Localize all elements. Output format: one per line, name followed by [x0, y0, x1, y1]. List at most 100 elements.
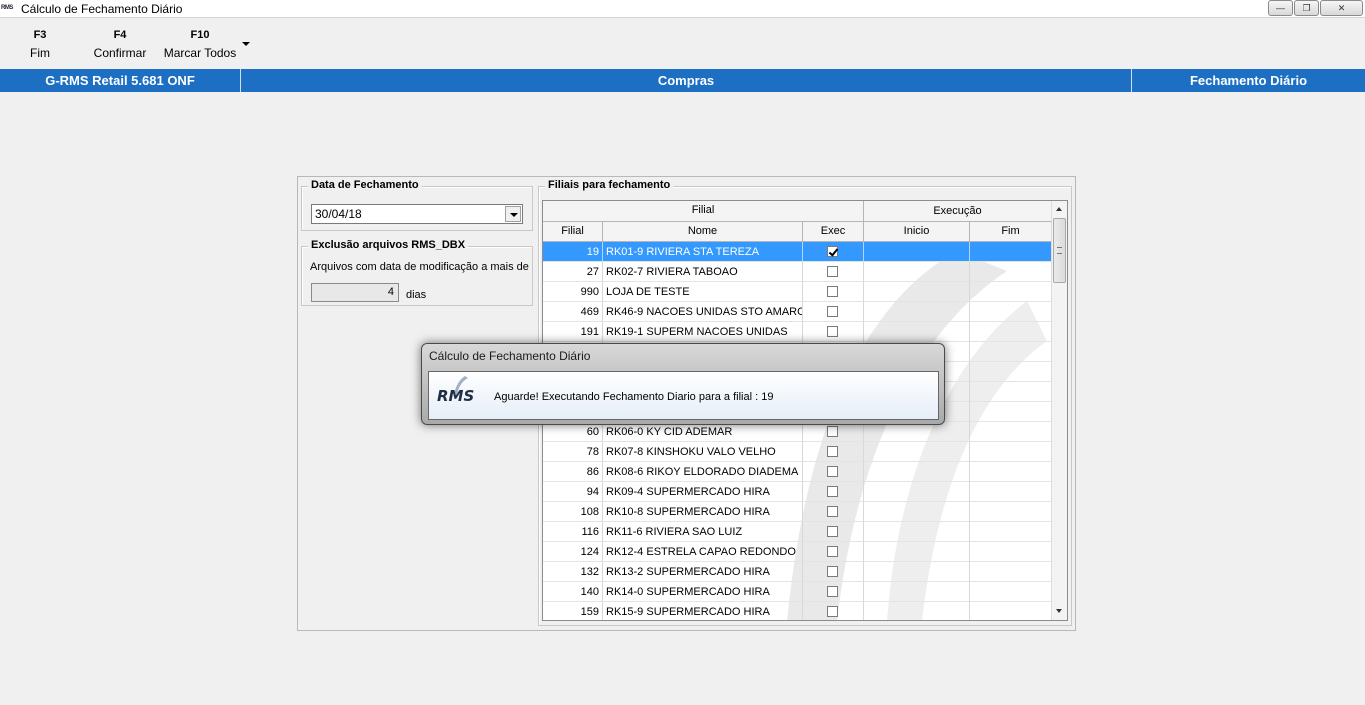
table-row[interactable]: 116 RK11-6 RIVIERA SAO LUIZ — [543, 522, 1052, 542]
scroll-thumb[interactable] — [1053, 218, 1066, 283]
exec-cell — [803, 242, 864, 262]
filial-nome-cell: RK10-8 SUPERMERCADO HIRA — [603, 502, 803, 522]
exec-checkbox[interactable] — [827, 506, 838, 517]
filial-nome-cell: RK15-9 SUPERMERCADO HIRA — [603, 602, 803, 620]
header-band: G-RMS Retail 5.681 ONF Compras Fechament… — [0, 69, 1365, 92]
column-header-exec[interactable]: Exec — [803, 222, 864, 242]
scroll-up-icon[interactable] — [1052, 201, 1067, 218]
filial-id-cell: 140 — [543, 582, 603, 602]
table-row[interactable]: 86 RK08-6 RIKOY ELDORADO DIADEMA — [543, 462, 1052, 482]
filial-id-cell: 78 — [543, 442, 603, 462]
progress-dialog: Cálculo de Fechamento Diário RMS Aguarde… — [421, 343, 945, 425]
filial-id-cell: 469 — [543, 302, 603, 322]
exec-checkbox[interactable] — [827, 586, 838, 597]
rms-logo: RMS — [437, 387, 475, 405]
exec-checkbox[interactable] — [827, 326, 838, 337]
table-row[interactable]: 27 RK02-7 RIVIERA TABOAO — [543, 262, 1052, 282]
exec-checkbox[interactable] — [827, 466, 838, 477]
table-row[interactable]: 159 RK15-9 SUPERMERCADO HIRA — [543, 602, 1052, 620]
table-row[interactable]: 469 RK46-9 NACOES UNIDAS STO AMARO — [543, 302, 1052, 322]
confirmar-button[interactable]: F4 Confirmar — [90, 29, 150, 60]
filial-nome-cell: RK46-9 NACOES UNIDAS STO AMARO — [603, 302, 803, 322]
exec-checkbox[interactable] — [827, 486, 838, 497]
column-header-inicio[interactable]: Inicio — [864, 222, 970, 242]
table-row[interactable]: 78 RK07-8 KINSHOKU VALO VELHO — [543, 442, 1052, 462]
exec-checkbox[interactable] — [827, 246, 838, 257]
table-row[interactable]: 60 RK06-0 KY CID ADEMAR — [543, 422, 1052, 442]
table-row[interactable]: 94 RK09-4 SUPERMERCADO HIRA — [543, 482, 1052, 502]
dialog-message: Aguarde! Executando Fechamento Diario pa… — [494, 391, 774, 403]
exec-cell — [803, 442, 864, 462]
exec-checkbox[interactable] — [827, 306, 838, 317]
confirmar-label: Confirmar — [93, 46, 147, 60]
column-header-fim[interactable]: Fim — [970, 222, 1052, 242]
table-row[interactable]: 19 RK01-9 RIVIERA STA TEREZA — [543, 242, 1052, 262]
table-row[interactable]: 191 RK19-1 SUPERM NACOES UNIDAS — [543, 322, 1052, 342]
exec-checkbox[interactable] — [827, 446, 838, 457]
exec-checkbox[interactable] — [827, 566, 838, 577]
restore-button[interactable]: ❐ — [1294, 0, 1319, 16]
fim-button[interactable]: F3 Fim — [22, 29, 58, 60]
table-row[interactable]: 124 RK12-4 ESTRELA CAPAO REDONDO — [543, 542, 1052, 562]
exec-checkbox[interactable] — [827, 426, 838, 437]
window-titlebar: RMS Cálculo de Fechamento Diário — ❐ ✕ — [0, 0, 1365, 18]
exec-checkbox[interactable] — [827, 546, 838, 557]
fim-cell — [970, 562, 1052, 582]
exec-cell — [803, 262, 864, 282]
column-header-nome[interactable]: Nome — [603, 222, 803, 242]
filial-id-cell: 94 — [543, 482, 603, 502]
filial-id-cell: 86 — [543, 462, 603, 482]
fim-cell — [970, 322, 1052, 342]
filial-nome-cell: RK12-4 ESTRELA CAPAO REDONDO — [603, 542, 803, 562]
exec-checkbox[interactable] — [827, 526, 838, 537]
fim-cell — [970, 482, 1052, 502]
filial-nome-cell: RK19-1 SUPERM NACOES UNIDAS — [603, 322, 803, 342]
exec-checkbox[interactable] — [827, 266, 838, 277]
filial-nome-cell: RK07-8 KINSHOKU VALO VELHO — [603, 442, 803, 462]
data-fechamento-value: 30/04/18 — [315, 207, 362, 221]
inicio-cell — [864, 302, 970, 322]
days-input[interactable]: 4 — [311, 283, 399, 302]
table-row[interactable]: 132 RK13-2 SUPERMERCADO HIRA — [543, 562, 1052, 582]
filial-id-cell: 60 — [543, 422, 603, 442]
exec-cell — [803, 602, 864, 620]
exec-cell — [803, 542, 864, 562]
filiais-title: Filiais para fechamento — [545, 179, 674, 191]
exec-checkbox[interactable] — [827, 286, 838, 297]
window-controls: — ❐ ✕ — [1267, 0, 1363, 16]
filial-nome-cell: RK13-2 SUPERMERCADO HIRA — [603, 562, 803, 582]
f4-key-label: F4 — [113, 29, 127, 41]
toolbar-more-dropdown-icon[interactable] — [242, 42, 250, 46]
filial-id-cell: 990 — [543, 282, 603, 302]
dialog-title: Cálculo de Fechamento Diário — [429, 349, 591, 363]
window-title: Cálculo de Fechamento Diário — [21, 2, 183, 16]
grid-vertical-scrollbar[interactable] — [1051, 201, 1067, 620]
minimize-button[interactable]: — — [1268, 0, 1293, 16]
exec-cell — [803, 282, 864, 302]
exclusao-title: Exclusão arquivos RMS_DBX — [308, 239, 469, 251]
fim-cell — [970, 242, 1052, 262]
data-fechamento-select[interactable]: 30/04/18 — [311, 204, 523, 224]
filial-nome-cell: LOJA DE TESTE — [603, 282, 803, 302]
exclusao-description: Arquivos com data de modificação a mais … — [310, 261, 529, 273]
fim-cell — [970, 262, 1052, 282]
group-header-execucao: Execução — [864, 201, 1052, 222]
inicio-cell — [864, 522, 970, 542]
filial-nome-cell: RK08-6 RIKOY ELDORADO DIADEMA — [603, 462, 803, 482]
close-button[interactable]: ✕ — [1320, 0, 1363, 16]
scroll-down-icon[interactable] — [1052, 603, 1067, 620]
fim-cell — [970, 382, 1052, 402]
table-row[interactable]: 108 RK10-8 SUPERMERCADO HIRA — [543, 502, 1052, 522]
inicio-cell — [864, 562, 970, 582]
column-header-filial[interactable]: Filial — [543, 222, 603, 242]
filial-id-cell: 124 — [543, 542, 603, 562]
table-row[interactable]: 140 RK14-0 SUPERMERCADO HIRA — [543, 582, 1052, 602]
table-row[interactable]: 990 LOJA DE TESTE — [543, 282, 1052, 302]
inicio-cell — [864, 482, 970, 502]
inicio-cell — [864, 282, 970, 302]
marcar-todos-button[interactable]: F10 Marcar Todos — [160, 29, 240, 60]
exec-checkbox[interactable] — [827, 606, 838, 617]
data-fechamento-title: Data de Fechamento — [308, 179, 422, 191]
chevron-down-icon[interactable] — [505, 206, 521, 222]
inicio-cell — [864, 462, 970, 482]
